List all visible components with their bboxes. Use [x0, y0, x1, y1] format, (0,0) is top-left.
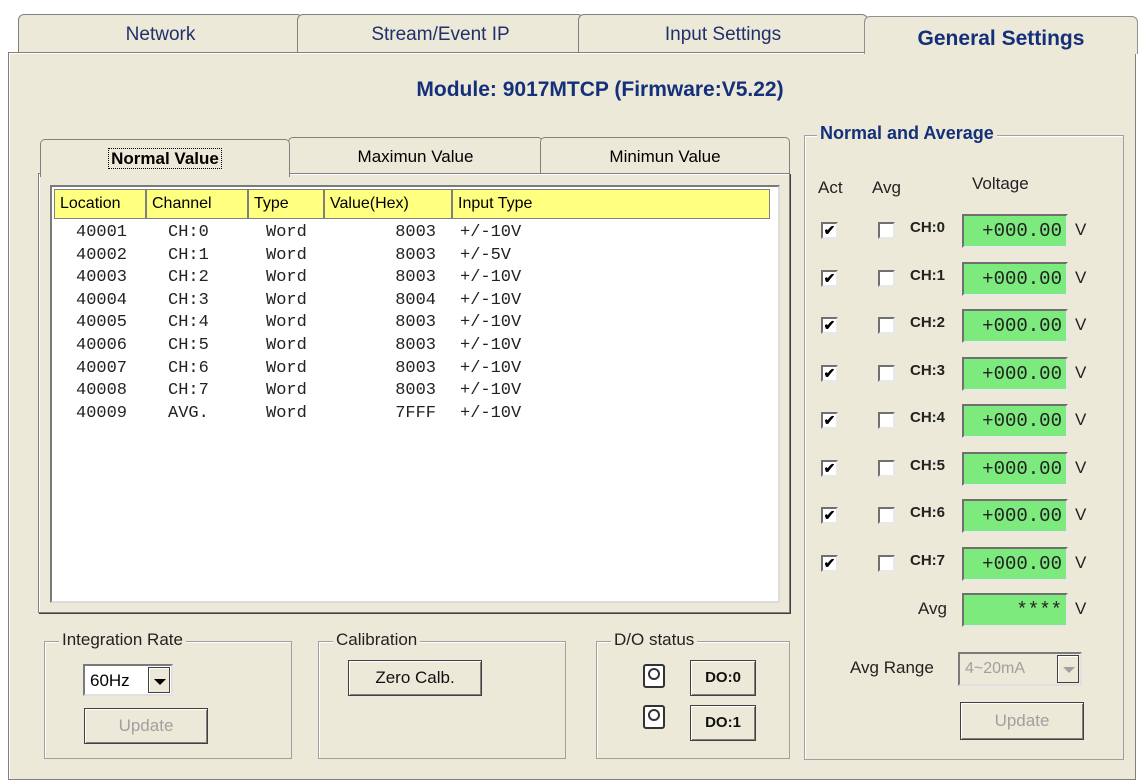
col-type[interactable]: Type: [248, 189, 324, 219]
voltage-unit: V: [1075, 410, 1087, 429]
act-checkbox[interactable]: ✔: [821, 364, 838, 382]
channel-voltage-value: +000.00: [962, 451, 1068, 486]
lamp-icon: [643, 705, 665, 729]
channel-voltage-value: +000.00: [962, 499, 1068, 533]
avg-checkbox[interactable]: [878, 459, 895, 477]
integration-rate-label: Integration Rate: [59, 630, 186, 650]
subtab-maximum-value[interactable]: Maximun Value: [288, 137, 543, 175]
channel-label: CH:4: [910, 409, 946, 426]
module-title: Module: 9017MTCP (Firmware:V5.22): [416, 78, 784, 101]
channel-label: CH:6: [910, 504, 946, 521]
act-checkbox[interactable]: ✔: [821, 412, 838, 429]
channel-voltage-value: +000.00: [962, 309, 1068, 343]
tab-input-settings[interactable]: Input Settings: [578, 14, 868, 56]
integration-rate-value: 60Hz: [90, 671, 130, 690]
channel-label: CH:5: [910, 456, 946, 474]
lamp-icon: [643, 664, 665, 688]
act-checkbox[interactable]: ✔: [821, 554, 838, 572]
col-value-hex[interactable]: Value(Hex): [324, 189, 452, 219]
table-header: Location Channel Type Value(Hex) Input T…: [54, 189, 770, 219]
col-input-type[interactable]: Input Type: [452, 189, 770, 219]
voltage-unit: V: [1075, 505, 1087, 524]
act-checkbox[interactable]: ✔: [821, 507, 838, 524]
voltage-unit: V: [1075, 220, 1087, 239]
do-status-label: D/O status: [611, 630, 698, 650]
avg-label: Avg: [918, 599, 947, 618]
avg-checkbox[interactable]: [878, 317, 895, 334]
voltage-unit: V: [1075, 457, 1087, 477]
avg-unit: V: [1075, 599, 1087, 618]
zero-calibration-button[interactable]: Zero Calb.: [348, 660, 482, 696]
voltage-unit: V: [1075, 267, 1087, 287]
col-location[interactable]: Location: [54, 189, 146, 219]
voltage-unit: V: [1075, 552, 1087, 572]
subtab-normal-value[interactable]: Normal Value: [40, 139, 290, 177]
channel-voltage-value: +000.00: [962, 356, 1068, 391]
avg-checkbox[interactable]: [878, 269, 895, 287]
voltage-unit: V: [1075, 315, 1087, 334]
avg-checkbox[interactable]: [878, 412, 895, 429]
avg-range-select[interactable]: 4~20mA: [958, 652, 1082, 686]
integration-rate-select[interactable]: 60Hz: [83, 664, 173, 696]
act-checkbox[interactable]: ✔: [821, 317, 838, 334]
tab-general-settings[interactable]: General Settings: [864, 16, 1138, 54]
col-voltage-label: Voltage: [972, 174, 1029, 193]
tab-network[interactable]: Network: [18, 14, 303, 56]
subtab-minimum-value[interactable]: Minimun Value: [540, 137, 790, 175]
integration-update-button[interactable]: Update: [84, 708, 208, 744]
act-checkbox[interactable]: ✔: [821, 222, 838, 239]
channel-voltage-value: +000.00: [962, 214, 1068, 248]
avg-checkbox[interactable]: [878, 507, 895, 524]
channel-label: CH:3: [910, 361, 946, 379]
normal-average-label: Normal and Average: [817, 123, 997, 144]
do-0-button[interactable]: DO:0: [690, 660, 756, 696]
channel-voltage-value: +000.00: [962, 546, 1068, 581]
tab-stream-event-ip[interactable]: Stream/Event IP: [297, 14, 584, 56]
calibration-group: Calibration: [318, 630, 566, 759]
channel-label: CH:2: [910, 314, 946, 331]
chevron-down-icon[interactable]: [148, 667, 170, 693]
avg-checkbox[interactable]: [878, 554, 895, 572]
channel-label: CH:0: [910, 219, 946, 236]
do-1-button[interactable]: DO:1: [690, 705, 756, 741]
register-table[interactable]: Location Channel Type Value(Hex) Input T…: [50, 185, 780, 603]
avg-checkbox[interactable]: [878, 364, 895, 382]
channel-label: CH:1: [910, 266, 946, 284]
chevron-down-icon[interactable]: [1057, 655, 1079, 683]
col-channel[interactable]: Channel: [146, 189, 248, 219]
col-act-label: Act: [818, 178, 843, 197]
avg-value: ****: [962, 593, 1068, 627]
avg-update-button[interactable]: Update: [960, 702, 1084, 740]
avg-checkbox[interactable]: [878, 222, 895, 239]
channel-voltage-value: +000.00: [962, 404, 1068, 438]
act-checkbox[interactable]: ✔: [821, 459, 838, 477]
do-status-group: D/O status: [596, 630, 790, 759]
col-avg-label: Avg: [872, 178, 901, 197]
avg-range-value: 4~20mA: [965, 660, 1026, 677]
avg-range-label: Avg Range: [850, 658, 934, 677]
subtab-normal-value-label: Normal Value: [108, 148, 222, 169]
act-checkbox[interactable]: ✔: [821, 269, 838, 287]
voltage-unit: V: [1075, 362, 1087, 382]
calibration-label: Calibration: [333, 630, 421, 650]
channel-voltage-value: +000.00: [962, 261, 1068, 296]
channel-label: CH:7: [910, 551, 946, 569]
